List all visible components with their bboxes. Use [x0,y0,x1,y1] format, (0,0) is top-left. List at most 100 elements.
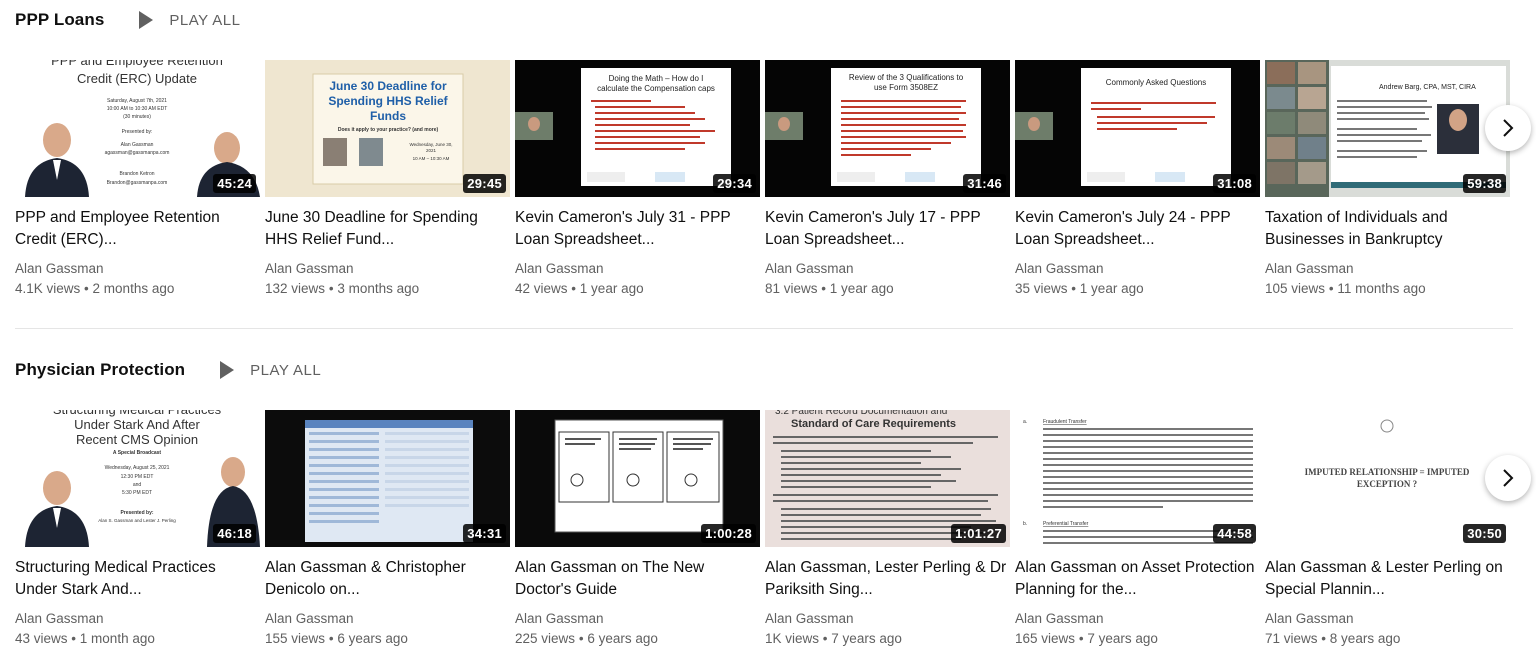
channel-name[interactable]: Alan Gassman [765,609,1010,629]
video-title[interactable]: June 30 Deadline for Spending HHS Relief… [265,207,510,251]
video-title[interactable]: Structuring Medical Practices Under Star… [15,557,260,601]
video-card[interactable]: 34:31 Alan Gassman & Christopher Denicol… [265,410,510,649]
upload-age: 7 years ago [831,631,902,646]
chevron-right-icon [1503,469,1514,487]
video-meta: 4.1K views • 2 months ago [15,279,260,299]
upload-age: 1 year ago [1079,281,1144,296]
video-thumbnail[interactable]: 34:31 [265,410,510,547]
video-title[interactable]: Taxation of Individuals and Businesses i… [1265,207,1510,251]
svg-text:and: and [133,482,142,488]
channel-name[interactable]: Alan Gassman [1015,259,1260,279]
video-card[interactable]: Doing the Math – How do I calculate the … [515,60,760,299]
video-title[interactable]: Alan Gassman & Christopher Denicolo on..… [265,557,510,601]
play-icon [139,11,154,29]
view-count: 71 views [1265,631,1318,646]
video-card[interactable]: Commonly Asked Questions 31:08 Kevin Cam… [1015,60,1260,299]
view-count: 43 views [15,631,68,646]
channel-name[interactable]: Alan Gassman [15,609,260,629]
video-thumbnail[interactable]: 3.2 Patient Record Documentation and Sta… [765,410,1010,547]
video-card[interactable]: IMPUTED RELATIONSHIP = IMPUTED EXCEPTION… [1265,410,1510,649]
svg-text:PPP and Employee Retention: PPP and Employee Retention [51,60,223,68]
video-title[interactable]: Alan Gassman, Lester Perling & Dr Pariks… [765,557,1010,601]
video-card[interactable]: 1:00:28 Alan Gassman on The New Doctor's… [515,410,760,649]
next-button[interactable] [1485,105,1531,151]
view-count: 155 views [265,631,326,646]
upload-age: 6 years ago [337,631,408,646]
video-thumbnail[interactable]: Commonly Asked Questions 31:08 [1015,60,1260,197]
video-card[interactable]: Review of the 3 Qualifications to use Fo… [765,60,1010,299]
video-card[interactable]: Andrew Barg, CPA, MST, CIRA 59:38 Taxati… [1265,60,1510,299]
view-count: 81 views [765,281,818,296]
video-duration: 46:18 [213,524,256,543]
meta-separator: • [328,631,334,646]
svg-text:Does it apply to your practice: Does it apply to your practice? (and mor… [338,127,439,133]
shelf-title[interactable]: PPP Loans [15,10,104,30]
video-card[interactable]: 3.2 Patient Record Documentation and Sta… [765,410,1010,649]
shelf-header: PPP Loans PLAY ALL [15,8,240,32]
video-thumbnail[interactable]: IMPUTED RELATIONSHIP = IMPUTED EXCEPTION… [1265,410,1510,547]
channel-name[interactable]: Alan Gassman [1265,259,1510,279]
play-all-button[interactable]: PLAY ALL [138,11,240,29]
channel-name[interactable]: Alan Gassman [515,609,760,629]
svg-text:Recent CMS Opinion: Recent CMS Opinion [76,432,198,447]
video-title[interactable]: Kevin Cameron's July 17 - PPP Loan Sprea… [765,207,1010,251]
upload-age: 3 months ago [337,281,420,296]
svg-text:use Form 3508EZ: use Form 3508EZ [874,83,938,92]
svg-text:Review of the 3 Qualifications: Review of the 3 Qualifications to [849,73,964,82]
svg-text:calculate the Compensation cap: calculate the Compensation caps [597,84,715,93]
video-thumbnail[interactable]: Doing the Math – How do I calculate the … [515,60,760,197]
video-duration: 1:01:27 [951,524,1006,543]
meta-separator: • [822,631,828,646]
video-thumbnail[interactable]: Review of the 3 Qualifications to use Fo… [765,60,1010,197]
channel-name[interactable]: Alan Gassman [265,609,510,629]
svg-text:Structuring Medical Practices: Structuring Medical Practices [53,410,222,417]
video-meta: 35 views • 1 year ago [1015,279,1260,299]
next-button[interactable] [1485,455,1531,501]
video-title[interactable]: Alan Gassman on Asset Protection Plannin… [1015,557,1260,601]
svg-text:2021: 2021 [426,148,437,153]
shelf-title[interactable]: Physician Protection [15,360,185,380]
meta-separator: • [71,631,77,646]
video-thumbnail[interactable]: Structuring Medical Practices Under Star… [15,410,260,547]
video-thumbnail[interactable]: 1:00:28 [515,410,760,547]
video-duration: 31:08 [1213,174,1256,193]
channel-name[interactable]: Alan Gassman [515,259,760,279]
video-title[interactable]: Kevin Cameron's July 31 - PPP Loan Sprea… [515,207,760,251]
video-meta: 132 views • 3 months ago [265,279,510,299]
video-thumbnail[interactable]: PPP and Employee Retention Credit (ERC) … [15,60,260,197]
channel-name[interactable]: Alan Gassman [1265,609,1510,629]
video-card[interactable]: PPP and Employee Retention Credit (ERC) … [15,60,260,299]
video-card[interactable]: Fraudulent Transfer Preferential Transfe… [1015,410,1260,649]
video-card[interactable]: Structuring Medical Practices Under Star… [15,410,260,649]
svg-text:agassman@gassmanpa.com: agassman@gassmanpa.com [105,150,170,156]
channel-name[interactable]: Alan Gassman [765,259,1010,279]
view-count: 1K views [765,631,820,646]
upload-age: 7 years ago [1087,631,1158,646]
video-duration: 34:31 [463,524,506,543]
video-thumbnail[interactable]: Andrew Barg, CPA, MST, CIRA 59:38 [1265,60,1510,197]
upload-age: 8 years ago [1329,631,1401,646]
meta-separator: • [1071,281,1077,296]
play-all-button[interactable]: PLAY ALL [219,361,321,379]
shelf-header: Physician Protection PLAY ALL [15,358,321,382]
video-row: PPP and Employee Retention Credit (ERC) … [15,60,1510,299]
video-thumbnail[interactable]: June 30 Deadline for Spending HHS Relief… [265,60,510,197]
svg-text:Andrew Barg, CPA, MST, CIRA: Andrew Barg, CPA, MST, CIRA [1379,84,1476,91]
svg-text:Wednesday, June 30,: Wednesday, June 30, [409,142,452,147]
svg-text:IMPUTED RELATIONSHIP = IMPUTED: IMPUTED RELATIONSHIP = IMPUTED [1305,467,1470,477]
video-meta: 71 views • 8 years ago [1265,629,1510,649]
video-thumbnail[interactable]: Fraudulent Transfer Preferential Transfe… [1015,410,1260,547]
video-title[interactable]: Alan Gassman on The New Doctor's Guide [515,557,760,601]
svg-text:Wednesday, August 25, 2021: Wednesday, August 25, 2021 [105,465,170,471]
video-card[interactable]: June 30 Deadline for Spending HHS Relief… [265,60,510,299]
channel-name[interactable]: Alan Gassman [265,259,510,279]
video-title[interactable]: Kevin Cameron's July 24 - PPP Loan Sprea… [1015,207,1260,251]
channel-name[interactable]: Alan Gassman [1015,609,1260,629]
svg-text:Under Stark And After: Under Stark And After [74,417,200,432]
video-title[interactable]: Alan Gassman & Lester Perling on Special… [1265,557,1510,601]
video-title[interactable]: PPP and Employee Retention Credit (ERC).… [15,207,260,251]
channel-name[interactable]: Alan Gassman [15,259,260,279]
view-count: 225 views [515,631,576,646]
upload-age: 2 months ago [92,281,175,296]
svg-text:3.2 Patient Record Documentat: 3.2 Patient Record Documentation and [775,410,947,417]
